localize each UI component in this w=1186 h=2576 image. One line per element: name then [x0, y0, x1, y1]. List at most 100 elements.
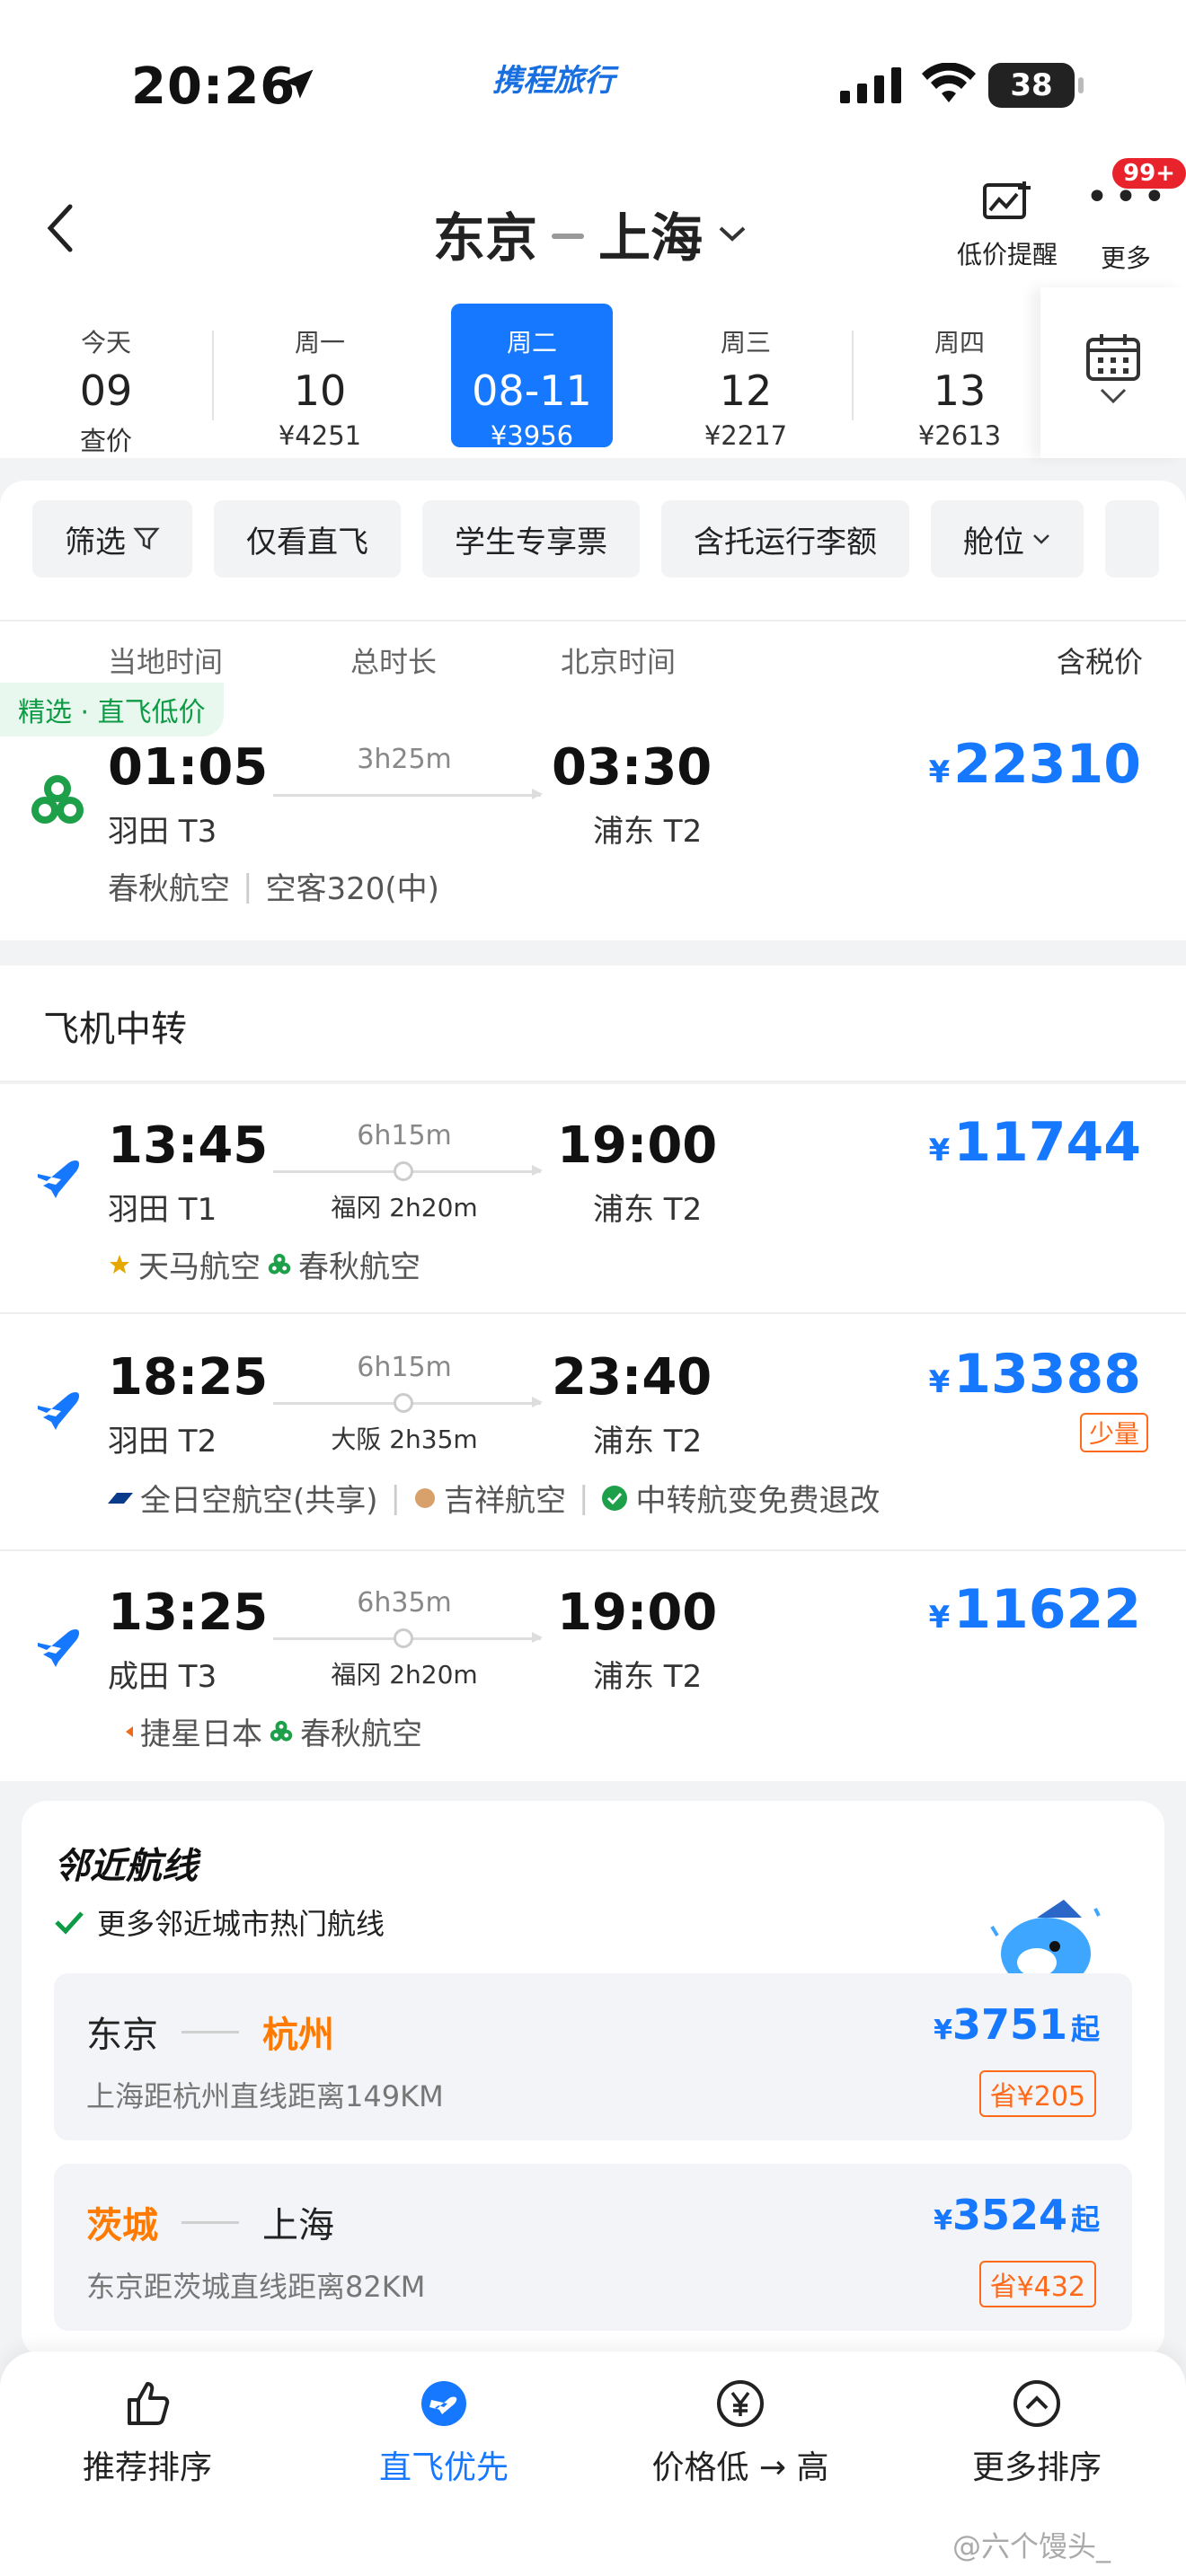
arrive-time: 19:00 — [557, 1584, 718, 1642]
filter-chip-cabin[interactable]: 舱位 — [931, 500, 1084, 578]
airplane-icon — [38, 1160, 80, 1198]
flight-price: ¥11622 — [929, 1578, 1141, 1641]
airline-info: 全日空航空(共享) | 吉祥航空 | 中转航变免费退改 — [108, 1476, 880, 1520]
date-weekday: 周二 — [506, 328, 557, 357]
nearby-route-card[interactable]: 茨城 上海 东京距茨城直线距离82KM ¥3524 起 省¥432 — [54, 2164, 1132, 2331]
stop-dot — [394, 1161, 413, 1181]
tab-label: 价格低 → 高 — [651, 2449, 829, 2486]
route-price: ¥3751 起 — [934, 2000, 1100, 2049]
chip-label: 含托运行李额 — [694, 524, 877, 560]
nearby-title: 邻近航线 — [54, 1846, 198, 1887]
route-arrow — [181, 2220, 239, 2224]
tab-direct-first[interactable]: 直飞优先 — [309, 2378, 579, 2488]
transfer-title: 飞机中转 — [43, 1009, 187, 1050]
tab-more-sort[interactable]: 更多排序 — [902, 2378, 1172, 2488]
date-option-thu[interactable]: 周四 13 ¥2613 — [879, 304, 1040, 451]
date-option-wed[interactable]: 周三 12 ¥2217 — [665, 304, 827, 451]
nearby-route-card[interactable]: 东京 杭州 上海距杭州直线距离149KM ¥3751 起 省¥205 — [54, 1973, 1132, 2140]
stop-dot — [394, 1393, 413, 1413]
chevron-down-icon — [1100, 388, 1127, 404]
filter-chip-more[interactable] — [1105, 500, 1159, 578]
airplane-icon — [38, 1391, 80, 1430]
tab-label: 推荐排序 — [82, 2449, 212, 2486]
chevron-down-icon — [719, 226, 746, 242]
nearby-subtitle-text: 更多邻近城市热门航线 — [97, 1907, 385, 1941]
airline-info: 捷星日本 春秋航空 — [108, 1709, 422, 1753]
flight-price: ¥11744 — [929, 1111, 1141, 1174]
date-option-mon[interactable]: 周一 10 ¥4251 — [239, 304, 401, 451]
airline-name: 春秋航空 — [300, 1716, 422, 1752]
route-selector[interactable]: 东京 上海 — [433, 196, 748, 271]
date-option-today[interactable]: 今天 09 查价 — [25, 304, 187, 456]
brand-logo: 携程旅行 — [492, 63, 615, 99]
price-value: 13388 — [953, 1343, 1141, 1406]
filter-chip-student[interactable]: 学生专享票 — [422, 500, 640, 578]
chevron-down-icon — [1033, 534, 1049, 544]
filter-chip-direct[interactable]: 仅看直飞 — [214, 500, 401, 578]
arrive-time: 19:00 — [557, 1116, 718, 1175]
column-headers: 当地时间 总时长 北京时间 含税价 — [0, 620, 1186, 679]
route-dash — [552, 234, 585, 239]
tab-label: 更多排序 — [971, 2449, 1102, 2486]
flight-row-direct[interactable]: 精选 · 直飞低价 01:05 3h25m 03:30 羽田 T3 浦东 T2 … — [0, 683, 1186, 940]
wifi-icon — [922, 63, 976, 102]
date-option-tue-selected[interactable]: 周二 08-11 ¥3956 — [451, 304, 613, 451]
depart-terminal: 羽田 T1 — [108, 1192, 217, 1228]
price-alert-button[interactable]: 低价提醒 — [949, 180, 1066, 271]
watermark: @六个馒头_ — [952, 2529, 1111, 2563]
date-strip: 今天 09 查价 周一 10 ¥4251 周二 08-11 ¥3956 周三 1… — [0, 287, 1186, 458]
depart-time: 13:45 — [108, 1116, 269, 1175]
pick-tag: 精选 · 直飞低价 — [0, 683, 224, 737]
date-weekday: 周三 — [720, 328, 771, 357]
route-cities: 东京 杭州 — [86, 2006, 334, 2058]
back-arrow-icon[interactable] — [43, 201, 79, 255]
chip-label: 学生专享票 — [455, 524, 607, 560]
price-value: 3751 — [951, 2000, 1067, 2049]
more-button[interactable]: ••• 更多 — [1085, 178, 1166, 275]
spring-airlines-icon — [268, 1253, 291, 1275]
plane-circle-icon — [421, 2381, 466, 2426]
tab-price-low-high[interactable]: 价格低 → 高 — [606, 2378, 875, 2488]
calendar-button[interactable] — [1040, 287, 1186, 458]
airline-name: 吉祥航空 — [444, 1483, 566, 1519]
thumbs-up-icon — [128, 2382, 170, 2425]
price-from-suffix: 起 — [1070, 2012, 1100, 2046]
price-alert-label: 低价提醒 — [956, 240, 1058, 269]
filter-chip-filter[interactable]: 筛选 — [32, 500, 192, 578]
filter-bar: 筛选 仅看直飞 学生专享票 含托运行李额 舱位 — [32, 500, 1159, 578]
arrive-terminal: 浦东 T2 — [593, 814, 703, 850]
price-from-suffix: 起 — [1070, 2202, 1100, 2236]
low-stock-badge: 少量 — [1079, 1413, 1148, 1452]
stopover-info: 大阪 2h35m — [331, 1425, 478, 1454]
spring-airlines-icon — [270, 1720, 293, 1742]
flight-row-transfer[interactable]: 18:25 6h15m 大阪 2h35m 23:40 羽田 T2 浦东 T2 ¥… — [0, 1314, 1186, 1549]
arrive-terminal: 浦东 T2 — [593, 1424, 703, 1460]
separator: | — [390, 1479, 401, 1516]
depart-terminal: 成田 T3 — [108, 1659, 217, 1695]
spring-airlines-icon — [31, 775, 84, 824]
calendar-icon — [1086, 334, 1140, 381]
route-price: ¥3524 起 — [934, 2191, 1100, 2239]
date-price: 查价 — [79, 426, 132, 456]
route-arrow — [181, 2030, 239, 2033]
flight-row-transfer[interactable]: 13:25 6h35m 福冈 2h20m 19:00 成田 T3 浦东 T2 ¥… — [0, 1551, 1186, 1781]
route-line — [273, 789, 543, 799]
filter-chip-baggage[interactable]: 含托运行李额 — [661, 500, 909, 578]
price-value: 3524 — [951, 2191, 1067, 2239]
divider — [212, 331, 214, 420]
currency-symbol: ¥ — [928, 754, 951, 790]
date-day: 10 — [293, 366, 347, 415]
depart-time: 01:05 — [108, 738, 269, 797]
airline-name: 全日空航空(共享) — [140, 1483, 378, 1519]
currency-symbol: ¥ — [934, 2205, 952, 2236]
stopover-info: 福冈 2h20m — [331, 1193, 478, 1222]
funnel-icon — [133, 527, 160, 551]
route-distance: 东京距茨城直线距离82KM — [86, 2270, 426, 2304]
flight-row-transfer[interactable]: 13:45 6h15m 福冈 2h20m 19:00 羽田 T1 浦东 T2 ¥… — [0, 1084, 1186, 1312]
date-weekday: 今天 — [80, 328, 131, 357]
cellular-signal-icon — [840, 67, 901, 103]
date-day: 12 — [719, 366, 773, 415]
origin-city: 东京 — [433, 207, 538, 269]
battery-indicator: 38 — [988, 63, 1084, 108]
tab-recommended[interactable]: 推荐排序 — [13, 2378, 282, 2488]
